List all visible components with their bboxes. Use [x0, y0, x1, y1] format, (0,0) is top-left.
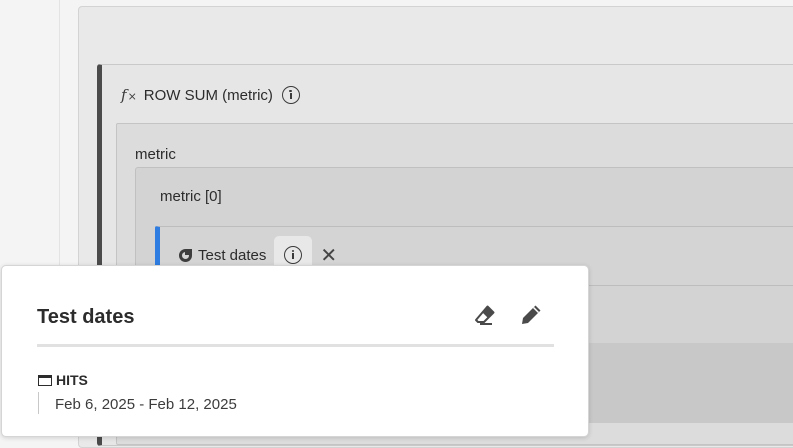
segment-info-popover: Test dates HITS Feb 6, 2025 - Feb 12, 20…: [1, 265, 589, 437]
popover-actions: [472, 302, 544, 328]
container-row: HITS: [38, 372, 88, 388]
function-info-icon[interactable]: [281, 86, 300, 104]
metric-item-label: metric [0]: [160, 188, 222, 205]
segment-name[interactable]: Test dates: [198, 247, 266, 264]
metric-label: metric: [135, 146, 176, 163]
container-icon: [38, 374, 52, 386]
close-icon[interactable]: ✕: [320, 245, 337, 265]
popover-divider: [37, 344, 554, 347]
function-title: ROW SUM (metric): [143, 86, 273, 104]
rule-line: [38, 392, 39, 414]
container-label: HITS: [56, 372, 88, 388]
segment-icon: [179, 248, 192, 262]
function-header: f× ROW SUM (metric): [121, 84, 300, 106]
info-icon: [284, 246, 303, 264]
rule-text: Feb 6, 2025 - Feb 12, 2025: [55, 396, 237, 413]
eraser-icon[interactable]: [472, 302, 498, 328]
fx-icon: f×: [121, 86, 137, 104]
drop-zone: [589, 343, 793, 423]
popover-title: Test dates: [37, 306, 135, 328]
pencil-icon[interactable]: [518, 302, 544, 328]
